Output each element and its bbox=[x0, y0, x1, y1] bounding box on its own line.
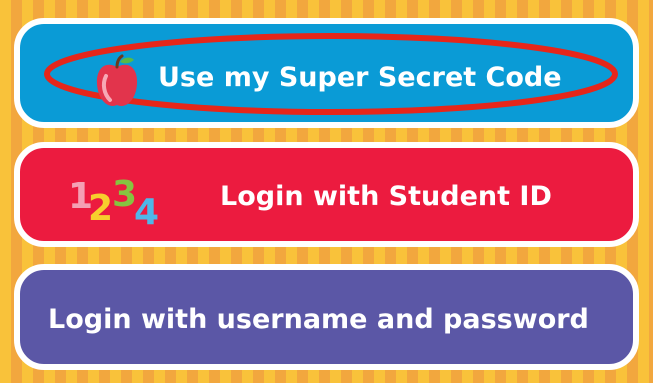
digits-1234-icon: 1 2 3 4 bbox=[68, 174, 159, 230]
student-id-label: Login with Student ID bbox=[220, 181, 552, 212]
student-id-button[interactable]: 1 2 3 4 Login with Student ID bbox=[14, 142, 639, 247]
secret-code-button[interactable]: Use my Super Secret Code bbox=[14, 18, 639, 128]
username-password-button[interactable]: Login with username and password bbox=[14, 264, 639, 370]
apple-icon bbox=[96, 54, 138, 106]
digit-4: 4 bbox=[134, 192, 159, 230]
secret-code-label: Use my Super Secret Code bbox=[158, 62, 562, 93]
digit-2: 2 bbox=[88, 188, 113, 229]
username-password-label: Login with username and password bbox=[48, 304, 589, 335]
